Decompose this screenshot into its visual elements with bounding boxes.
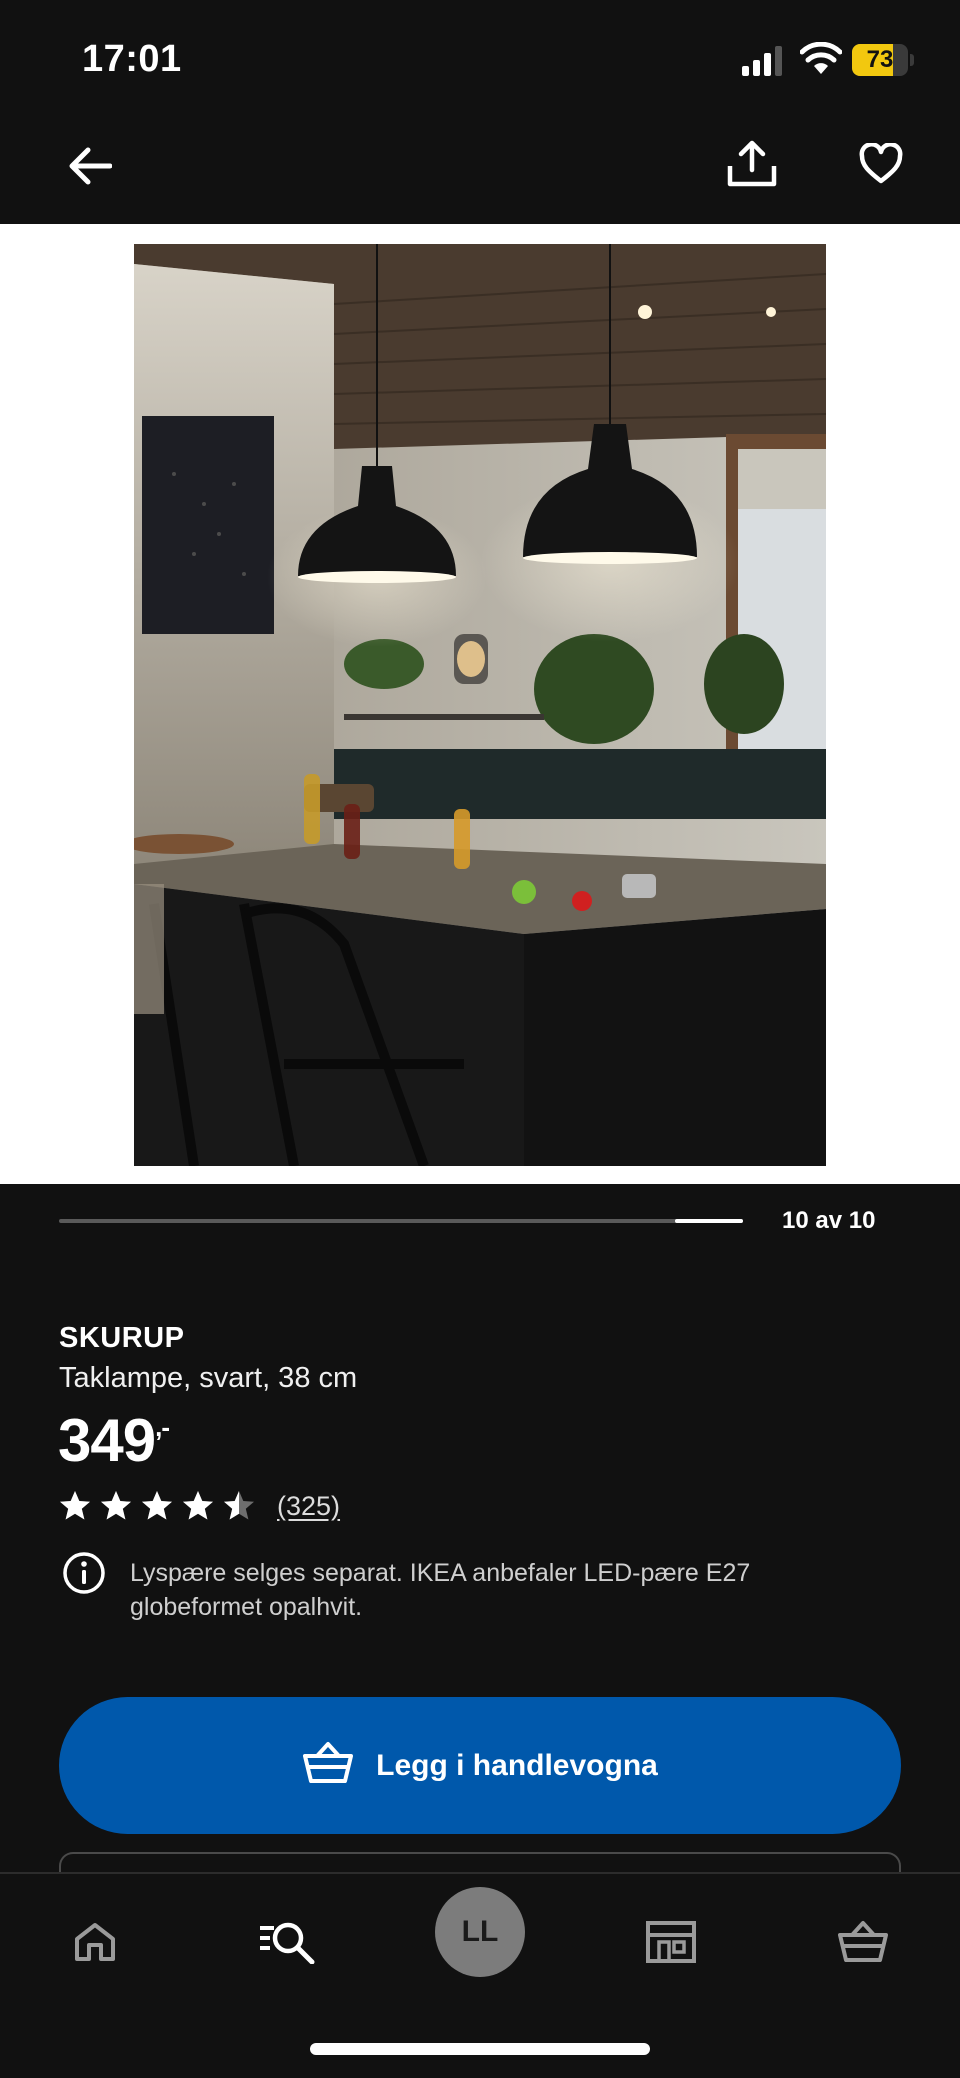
cart-icon [837,1920,889,1969]
heart-icon [858,141,904,190]
favorite-button[interactable] [849,134,913,198]
rating-stars [58,1489,263,1523]
tab-profile[interactable]: LL [435,1887,525,1977]
share-icon [726,140,778,193]
tab-cart[interactable] [818,1904,908,1984]
top-nav [0,110,960,224]
price-value: 349 [58,1407,156,1474]
back-button[interactable] [58,136,122,200]
product-image[interactable] [134,244,826,1166]
battery-icon: 73 [852,44,914,76]
status-time: 17:01 [82,38,182,80]
basket-icon [302,1741,354,1790]
review-count-link[interactable]: (325) [277,1491,340,1522]
home-indicator [310,2043,650,2055]
price-suffix: ,- [155,1412,170,1442]
add-to-cart-label: Legg i handlevogna [376,1748,658,1782]
back-arrow-icon [68,146,113,191]
signal-icon [742,46,784,81]
gallery-track[interactable] [59,1219,743,1223]
image-area [0,224,960,1184]
tab-home[interactable] [50,1904,140,1984]
share-button[interactable] [720,134,784,198]
add-to-cart-button[interactable]: Legg i handlevogna [59,1697,901,1834]
product-rating: (325) [58,1488,340,1524]
star-icon [183,1491,213,1520]
search-icon [258,1920,316,1969]
product-price: 349,- [58,1406,170,1475]
status-bar: 17:01 73 [0,0,960,110]
star-icon [101,1491,131,1520]
star-icon [60,1491,90,1520]
info-icon [61,1550,107,1601]
star-icon [224,1491,254,1520]
avatar: LL [435,1887,525,1977]
product-name: SKURUP [59,1322,185,1354]
gallery-progress: 10 av 10 [0,1184,960,1294]
home-icon [73,1921,117,1968]
bulb-info-text: Lyspære selges separat. IKEA anbefaler L… [130,1559,751,1621]
tab-search[interactable] [242,1904,332,1984]
gallery-counter: 10 av 10 [782,1207,876,1234]
battery-level: 73 [866,46,894,73]
wifi-icon [799,41,843,81]
tab-stores[interactable] [626,1904,716,1984]
store-icon [645,1920,697,1969]
star-icon [142,1491,172,1520]
product-description: Taklampe, svart, 38 cm [59,1362,358,1394]
gallery-thumb [675,1219,743,1223]
